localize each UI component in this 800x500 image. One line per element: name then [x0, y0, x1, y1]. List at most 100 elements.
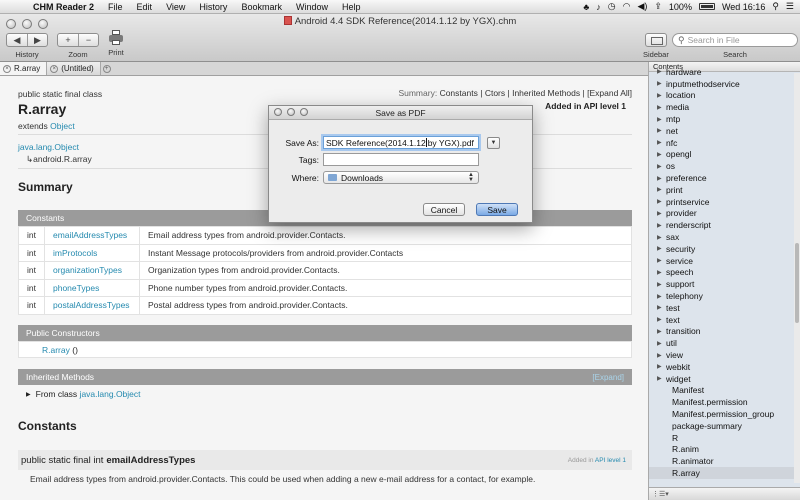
- sidebar-item-webkit[interactable]: ▶ webkit: [649, 361, 795, 373]
- disclosure-triangle-icon[interactable]: ▶: [657, 304, 664, 311]
- summary-link-inherited[interactable]: Inherited Methods: [512, 88, 580, 98]
- disclosure-triangle-icon[interactable]: ▶: [657, 198, 664, 205]
- sidebar-item-preference[interactable]: ▶ preference: [649, 172, 795, 184]
- menu-bookmark[interactable]: Bookmark: [234, 2, 289, 12]
- close-tab-icon[interactable]: ×: [3, 64, 11, 73]
- summary-link-constants[interactable]: Constants: [440, 88, 478, 98]
- sidebar-item-widget[interactable]: ▶ widget: [649, 373, 795, 385]
- sidebar-scrollbar[interactable]: [794, 73, 800, 483]
- disclosure-triangle-icon[interactable]: ▶: [657, 352, 664, 359]
- disclosure-triangle-icon[interactable]: ▶: [657, 104, 664, 111]
- tab-untitled[interactable]: × (Untitled): [47, 62, 101, 75]
- disclosure-triangle-icon[interactable]: ▶: [657, 151, 664, 158]
- expand-link[interactable]: [Expand]: [592, 373, 624, 382]
- disclosure-triangle-icon[interactable]: ▶: [657, 234, 664, 241]
- dialog-close-button[interactable]: [274, 108, 282, 116]
- constant-link[interactable]: emailAddressTypes: [53, 230, 127, 240]
- volume-icon[interactable]: ◀): [637, 1, 647, 12]
- disclosure-triangle-icon[interactable]: ▶: [657, 363, 664, 370]
- time-machine-icon[interactable]: ◷: [608, 1, 616, 12]
- zoom-out-button[interactable]: −: [78, 34, 98, 46]
- sidebar-item-transition[interactable]: ▶ transition: [649, 326, 795, 338]
- disclosure-triangle-icon[interactable]: ▶: [657, 375, 664, 382]
- new-tab-button[interactable]: +: [101, 62, 113, 75]
- menu-history[interactable]: History: [192, 2, 234, 12]
- forward-button[interactable]: ▶: [27, 34, 47, 46]
- sidebar-item-util[interactable]: ▶ util: [649, 337, 795, 349]
- summary-link-expand-all[interactable]: [Expand All]: [587, 88, 632, 98]
- sidebar-item-location[interactable]: ▶ location: [649, 90, 795, 102]
- disclosure-triangle-icon[interactable]: ▶: [657, 257, 664, 264]
- constant-link[interactable]: organizationTypes: [53, 265, 122, 275]
- sidebar-item-print[interactable]: ▶ print: [649, 184, 795, 196]
- wifi-icon[interactable]: ◠: [623, 1, 631, 12]
- constructor-link[interactable]: R.array: [42, 345, 70, 355]
- disclosure-triangle-icon[interactable]: ▶: [657, 139, 664, 146]
- sidebar-item-mtp[interactable]: ▶ mtp: [649, 113, 795, 125]
- sidebar-item-net[interactable]: ▶ net: [649, 125, 795, 137]
- disclosure-triangle-icon[interactable]: ▶: [657, 245, 664, 252]
- disclosure-triangle-icon[interactable]: ▶: [657, 127, 664, 134]
- sidebar-item-view[interactable]: ▶ view: [649, 349, 795, 361]
- field-api-link[interactable]: API level 1: [595, 457, 626, 464]
- disclosure-triangle-icon[interactable]: ▶: [657, 328, 664, 335]
- sidebar-item-hardware[interactable]: ▶ hardware: [649, 66, 795, 78]
- sidebar-item-inputmethodservice[interactable]: ▶ inputmethodservice: [649, 78, 795, 90]
- disclosure-triangle-icon[interactable]: ▶: [657, 92, 664, 99]
- sidebar-item-opengl[interactable]: ▶ opengl: [649, 149, 795, 161]
- sidebar-item-support[interactable]: ▶ support: [649, 278, 795, 290]
- disclosure-triangle-icon[interactable]: ▶: [657, 186, 664, 193]
- print-button[interactable]: Print: [108, 30, 124, 57]
- sidebar-item-manifest[interactable]: Manifest: [649, 385, 795, 397]
- tab-r-array[interactable]: × R.array: [0, 62, 48, 75]
- sidebar-item-package-summary[interactable]: package-summary: [649, 420, 795, 432]
- sidebar-item-printservice[interactable]: ▶ printservice: [649, 196, 795, 208]
- battery-icon[interactable]: [698, 3, 715, 10]
- menu-window[interactable]: Window: [289, 2, 335, 12]
- sidebar-item-r-anim[interactable]: R.anim: [649, 444, 795, 456]
- sidebar-item-nfc[interactable]: ▶ nfc: [649, 137, 795, 149]
- summary-link-ctors[interactable]: Ctors: [485, 88, 505, 98]
- expand-dialog-button[interactable]: ▼: [487, 136, 500, 149]
- sidebar-item-renderscript[interactable]: ▶ renderscript: [649, 219, 795, 231]
- sidebar-item-text[interactable]: ▶ text: [649, 314, 795, 326]
- dialog-minimize-button[interactable]: [287, 108, 295, 116]
- menu-clock[interactable]: Wed 16:16: [722, 2, 765, 12]
- zoom-in-button[interactable]: +: [58, 34, 78, 46]
- menu-help[interactable]: Help: [335, 2, 368, 12]
- save-as-field[interactable]: SDK Reference(2014.1.12 by YGX).pdf: [323, 136, 479, 149]
- sidebar-item-speech[interactable]: ▶ speech: [649, 267, 795, 279]
- sidebar-item-os[interactable]: ▶ os: [649, 160, 795, 172]
- sidebar-item-test[interactable]: ▶ test: [649, 302, 795, 314]
- disclosure-triangle-icon[interactable]: ▶: [657, 316, 664, 323]
- constant-link[interactable]: postalAddressTypes: [53, 300, 130, 310]
- hierarchy-root-link[interactable]: java.lang.Object: [18, 142, 79, 152]
- save-button[interactable]: Save: [476, 203, 518, 216]
- battery-percent[interactable]: 100%: [669, 2, 692, 12]
- sidebar-item-telephony[interactable]: ▶ telephony: [649, 290, 795, 302]
- extends-object-link[interactable]: Object: [50, 121, 75, 131]
- disclosure-triangle-icon[interactable]: ▶: [657, 68, 664, 75]
- disclosure-triangle-icon[interactable]: ▶: [26, 391, 31, 398]
- menu-app-name[interactable]: CHM Reader 2: [26, 2, 101, 12]
- sidebar-item-manifest-permission-group[interactable]: Manifest.permission_group: [649, 408, 795, 420]
- sidebar-item-manifest-permission[interactable]: Manifest.permission: [649, 396, 795, 408]
- search-input[interactable]: ⚲ Search in File: [672, 33, 798, 47]
- disclosure-triangle-icon[interactable]: ▶: [657, 163, 664, 170]
- sidebar-item-r-animator[interactable]: R.animator: [649, 455, 795, 467]
- inherited-class-link[interactable]: java.lang.Object: [80, 389, 141, 399]
- sidebar-item-r-array[interactable]: R.array: [649, 467, 795, 479]
- menu-view[interactable]: View: [159, 2, 192, 12]
- constant-link[interactable]: phoneTypes: [53, 283, 99, 293]
- sidebar-item-provider[interactable]: ▶ provider: [649, 208, 795, 220]
- spotlight-search-icon[interactable]: ⚲: [772, 1, 779, 12]
- menu-file[interactable]: File: [101, 2, 130, 12]
- back-button[interactable]: ◀: [7, 34, 27, 46]
- notification-center-icon[interactable]: ☰: [786, 1, 794, 12]
- sidebar-item-r[interactable]: R: [649, 432, 795, 444]
- disclosure-triangle-icon[interactable]: ▶: [657, 116, 664, 123]
- sidebar-item-security[interactable]: ▶ security: [649, 243, 795, 255]
- disclosure-triangle-icon[interactable]: ▶: [657, 175, 664, 182]
- sidebar-options-icon[interactable]: ⋮☰▾: [652, 490, 669, 498]
- cancel-button[interactable]: Cancel: [423, 203, 465, 216]
